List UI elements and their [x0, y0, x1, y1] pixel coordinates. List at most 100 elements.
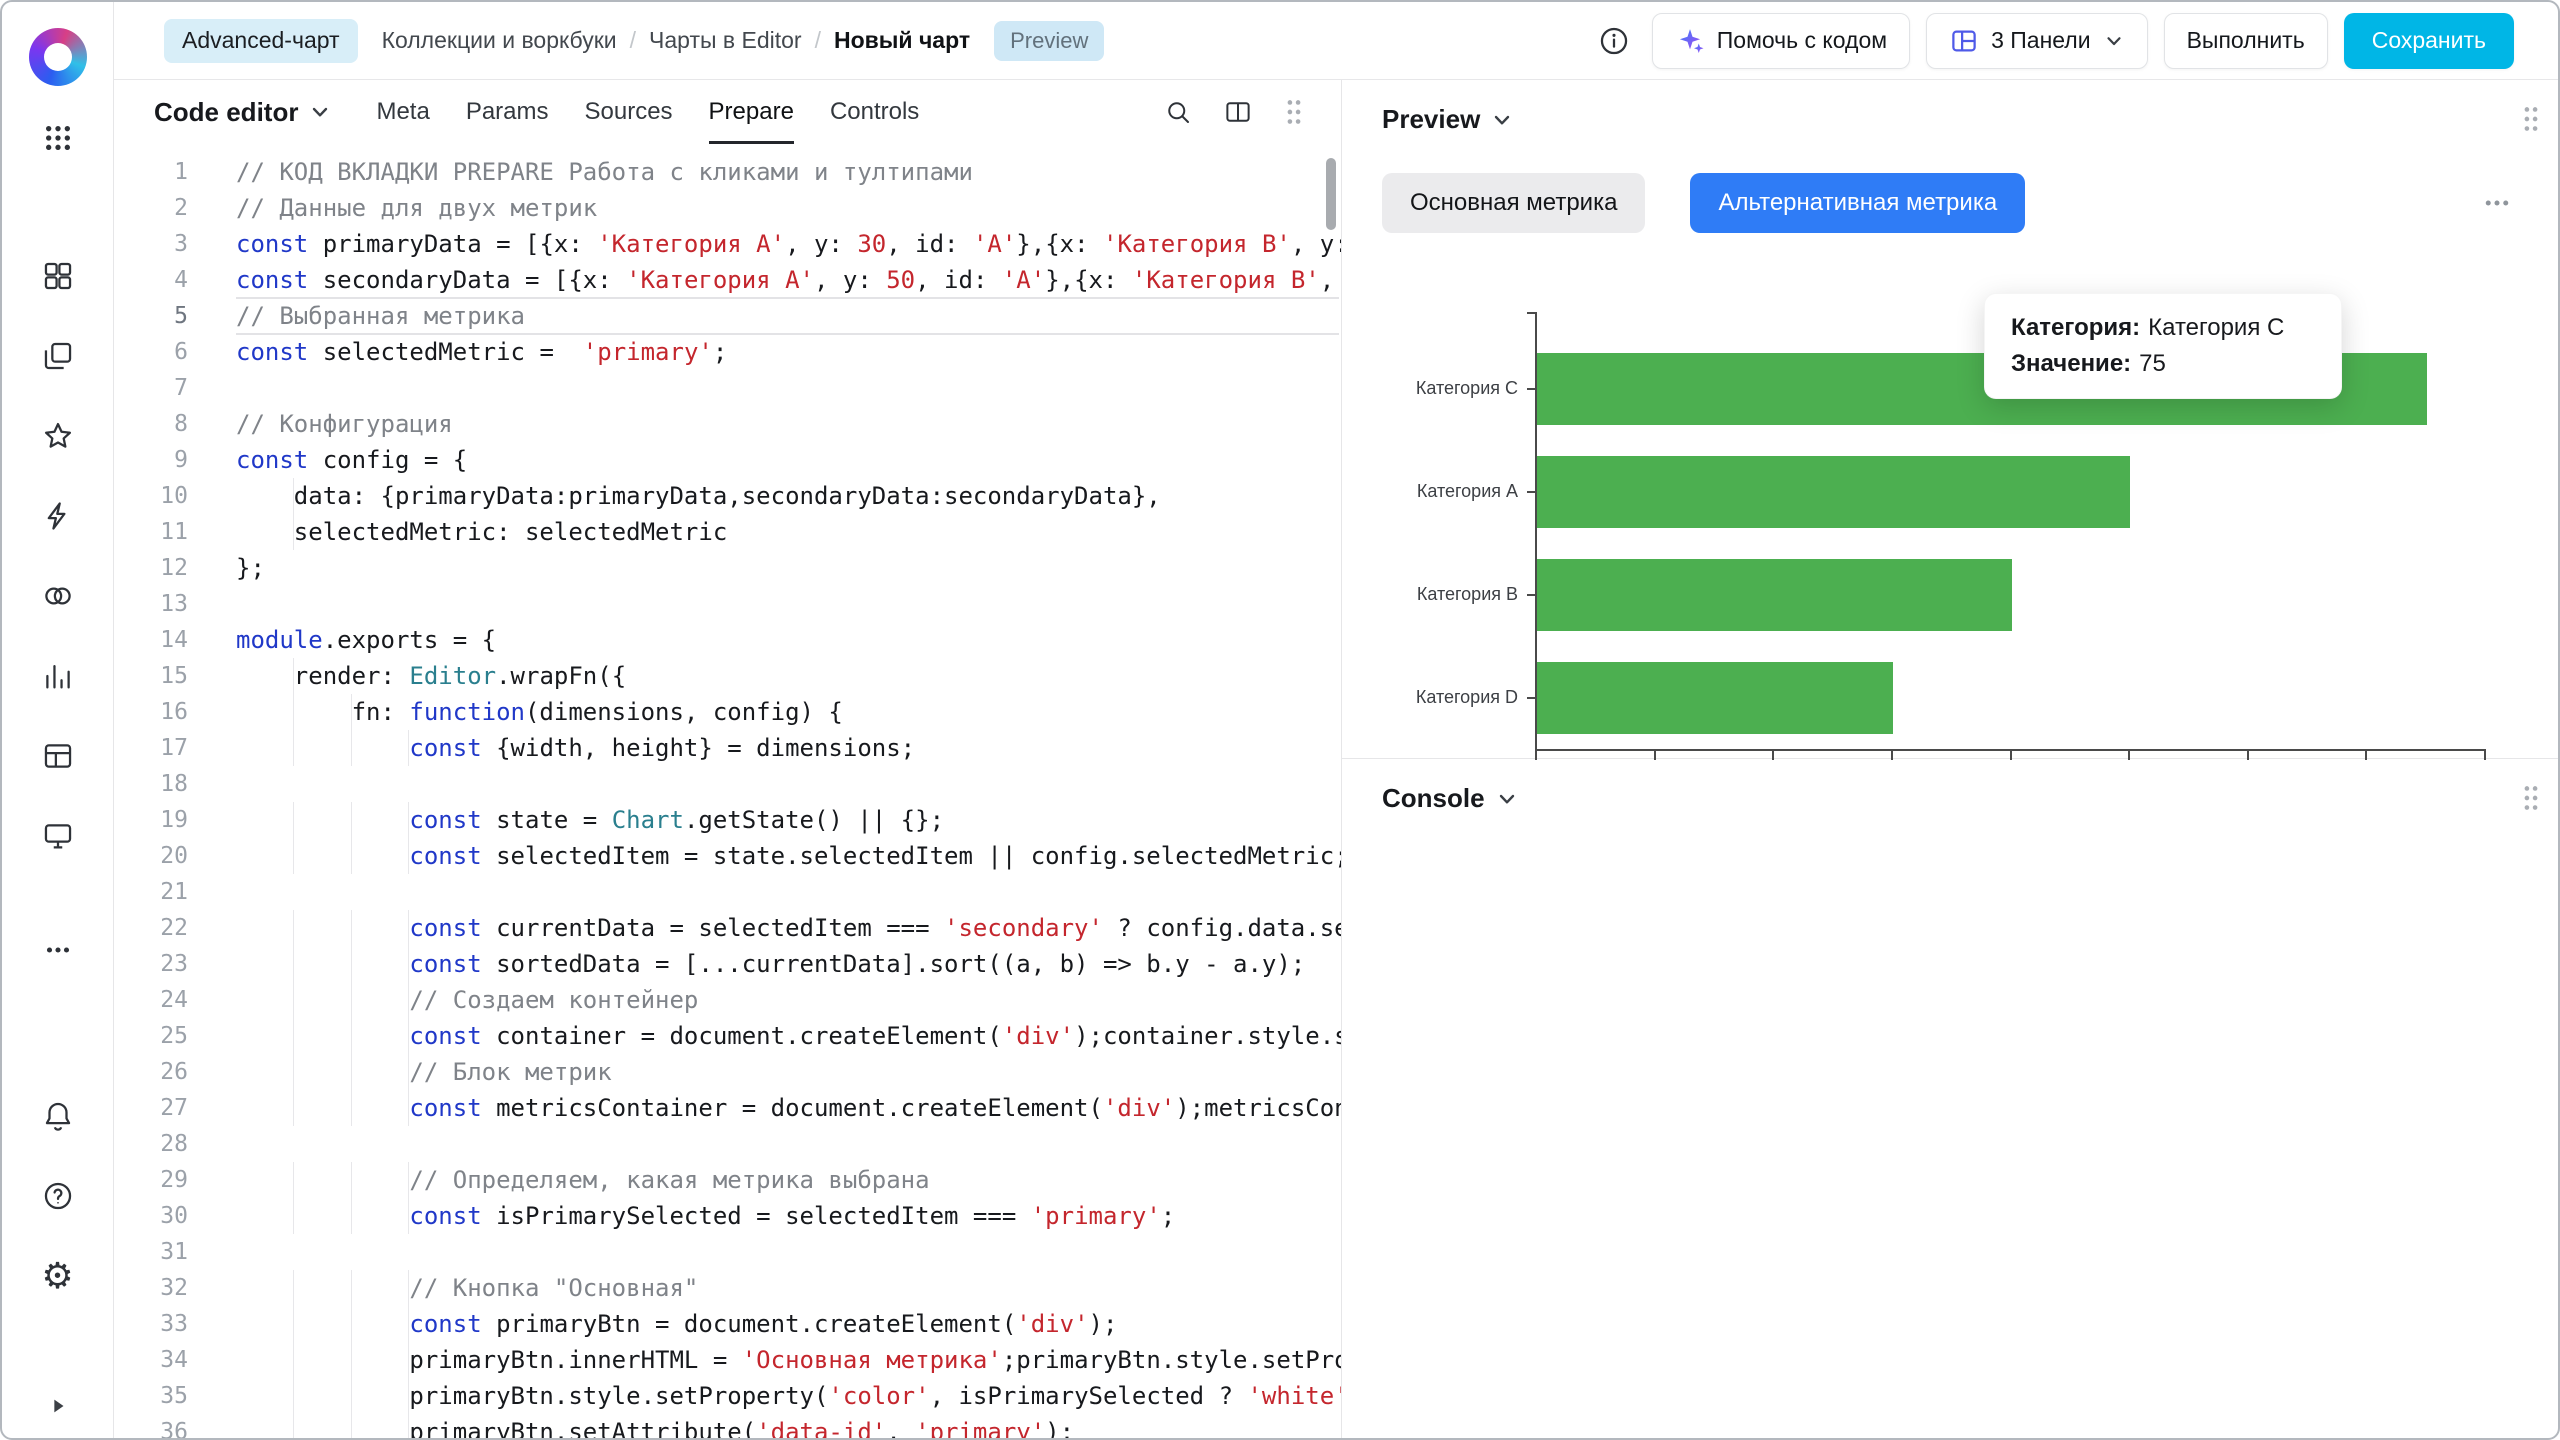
gear-icon: ⚙	[41, 1258, 73, 1294]
code-line-12[interactable]: };	[236, 550, 1341, 586]
code-line-19[interactable]: const state = Chart.getState() || {};	[236, 802, 1341, 838]
line-number: 11	[114, 514, 188, 550]
tab-meta[interactable]: Meta	[376, 80, 429, 144]
line-number: 24	[114, 982, 188, 1018]
code-line-28[interactable]	[236, 1126, 1341, 1162]
help-code-button[interactable]: Помочь с кодом	[1652, 13, 1910, 69]
code-line-16[interactable]: fn: function(dimensions, config) {	[236, 694, 1341, 730]
sidebar-item-apps[interactable]	[30, 110, 86, 166]
code-line-14[interactable]: module.exports = {	[236, 622, 1341, 658]
code-line-36[interactable]: primaryBtn.setAttribute('data-id', 'prim…	[236, 1414, 1341, 1438]
code-line-21[interactable]	[236, 874, 1341, 910]
drag-handle-icon[interactable]	[1283, 97, 1305, 127]
code-line-31[interactable]	[236, 1234, 1341, 1270]
console-dropdown[interactable]: Console	[1382, 783, 1519, 814]
sidebar-item-relations[interactable]	[30, 568, 86, 624]
code-line-34[interactable]: primaryBtn.innerHTML = 'Основная метрика…	[236, 1342, 1341, 1378]
code-line-24[interactable]: // Создаем контейнер	[236, 982, 1341, 1018]
code-line-33[interactable]: const primaryBtn = document.createElemen…	[236, 1306, 1341, 1342]
bar-3[interactable]	[1537, 559, 2012, 631]
sidebar-item-monitoring[interactable]	[30, 808, 86, 864]
code-line-10[interactable]: data: {primaryData:primaryData,secondary…	[236, 478, 1341, 514]
bar-4[interactable]	[1537, 662, 1893, 734]
preview-dropdown[interactable]: Preview	[1382, 104, 1514, 135]
line-number: 33	[114, 1306, 188, 1342]
tab-params[interactable]: Params	[466, 80, 549, 144]
line-number: 32	[114, 1270, 188, 1306]
code-line-30[interactable]: const isPrimarySelected = selectedItem =…	[236, 1198, 1341, 1234]
code-line-17[interactable]: const {width, height} = dimensions;	[236, 730, 1341, 766]
code-line-7[interactable]	[236, 370, 1341, 406]
code-line-4[interactable]: const secondaryData = [{x: 'Категория А'…	[236, 262, 1341, 298]
sidebar-item-more[interactable]	[30, 922, 86, 978]
line-number: 26	[114, 1054, 188, 1090]
sidebar-item-notifications[interactable]	[30, 1088, 86, 1144]
code-line-11[interactable]: selectedMetric: selectedMetric	[236, 514, 1341, 550]
save-label: Сохранить	[2372, 27, 2486, 54]
tab-sources[interactable]: Sources	[585, 80, 673, 144]
line-number: 31	[114, 1234, 188, 1270]
search-icon[interactable]	[1163, 97, 1193, 127]
star-icon	[41, 419, 75, 453]
editor-scrollbar[interactable]	[1326, 158, 1336, 230]
code-line-5[interactable]: // Выбранная метрика	[236, 298, 1341, 334]
more-icon[interactable]	[2482, 188, 2512, 218]
split-view-icon[interactable]	[1223, 97, 1253, 127]
breadcrumb-item[interactable]: Коллекции и воркбуки	[382, 27, 617, 54]
code-line-35[interactable]: primaryBtn.style.setProperty('color', is…	[236, 1378, 1341, 1414]
drag-handle-icon[interactable]	[2520, 104, 2542, 134]
run-button[interactable]: Выполнить	[2164, 13, 2328, 69]
collapse-sidebar-icon[interactable]	[38, 1388, 78, 1424]
breadcrumb: Коллекции и воркбуки/Чарты в Editor/Новы…	[382, 27, 971, 54]
metric-button-2[interactable]: Альтернативная метрика	[1690, 173, 2025, 233]
code-line-20[interactable]: const selectedItem = state.selectedItem …	[236, 838, 1341, 874]
line-number: 27	[114, 1090, 188, 1126]
code-line-9[interactable]: const config = {	[236, 442, 1341, 478]
line-number: 13	[114, 586, 188, 622]
metric-button-1[interactable]: Основная метрика	[1382, 173, 1645, 233]
tab-controls[interactable]: Controls	[830, 80, 919, 144]
code-line-13[interactable]	[236, 586, 1341, 622]
code-line-6[interactable]: const selectedMetric = 'primary';	[236, 334, 1341, 370]
help-code-label: Помочь с кодом	[1717, 27, 1887, 54]
breadcrumb-item[interactable]: Чарты в Editor	[649, 27, 802, 54]
save-button[interactable]: Сохранить	[2344, 13, 2514, 69]
relations-icon	[41, 579, 75, 613]
sidebar-item-connections[interactable]	[30, 488, 86, 544]
editor-header-tools	[1163, 97, 1305, 127]
code-line-29[interactable]: // Определяем, какая метрика выбрана	[236, 1162, 1341, 1198]
sidebar-item-charts[interactable]	[30, 648, 86, 704]
bar-2[interactable]	[1537, 456, 2130, 528]
code-line-25[interactable]: const container = document.createElement…	[236, 1018, 1341, 1054]
code-line-27[interactable]: const metricsContainer = document.create…	[236, 1090, 1341, 1126]
bar-row: Категория A	[1382, 440, 2486, 543]
code-line-23[interactable]: const sortedData = [...currentData].sort…	[236, 946, 1341, 982]
code-line-32[interactable]: // Кнопка "Основная"	[236, 1270, 1341, 1306]
code-line-1[interactable]: // КОД ВКЛАДКИ PREPARE Работа с кликами …	[236, 154, 1341, 190]
app-chip[interactable]: Advanced-чарт	[164, 19, 358, 63]
code-line-8[interactable]: // Конфигурация	[236, 406, 1341, 442]
code-line-2[interactable]: // Данные для двух метрик	[236, 190, 1341, 226]
drag-handle-icon[interactable]	[2520, 783, 2542, 813]
sidebar-item-help[interactable]	[30, 1168, 86, 1224]
code-line-3[interactable]: const primaryData = [{x: 'Категория А', …	[236, 226, 1341, 262]
line-number: 8	[114, 406, 188, 442]
line-number: 34	[114, 1342, 188, 1378]
sidebar-item-datasets[interactable]	[30, 728, 86, 784]
code-line-18[interactable]	[236, 766, 1341, 802]
panels-button[interactable]: 3 Панели	[1926, 13, 2148, 69]
code-line-26[interactable]: // Блок метрик	[236, 1054, 1341, 1090]
code-line-15[interactable]: render: Editor.wrapFn({	[236, 658, 1341, 694]
code-editor-dropdown[interactable]: Code editor	[154, 97, 332, 128]
sidebar-item-collections[interactable]	[30, 328, 86, 384]
sidebar-item-settings[interactable]: ⚙	[30, 1248, 86, 1304]
tab-prepare[interactable]: Prepare	[709, 80, 794, 144]
app-logo-icon[interactable]	[29, 28, 87, 86]
sidebar-bottom: ⚙	[30, 1088, 86, 1328]
info-icon[interactable]	[1592, 19, 1636, 63]
code-line-22[interactable]: const currentData = selectedItem === 'se…	[236, 910, 1341, 946]
sidebar-item-favorites[interactable]	[30, 408, 86, 464]
breadcrumb-separator: /	[630, 27, 636, 54]
sidebar-item-dashboards[interactable]	[30, 248, 86, 304]
code-area[interactable]: 1234567891011121314151617181920212223242…	[114, 144, 1341, 1438]
